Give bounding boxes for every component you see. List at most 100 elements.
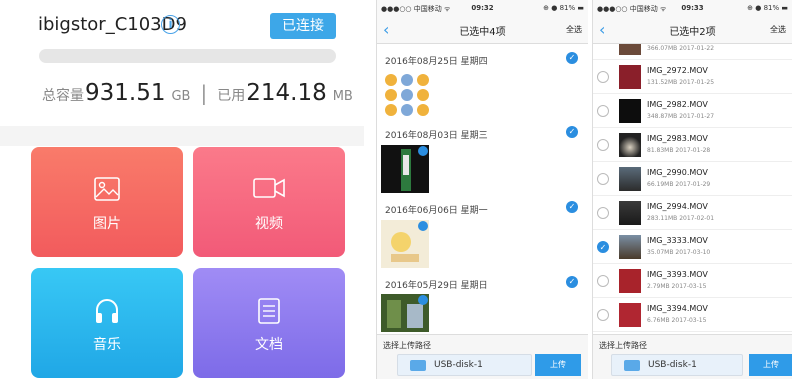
disk-label: USB-disk-1 xyxy=(648,360,697,370)
tile-videos[interactable]: 视频 xyxy=(193,147,345,257)
battery-indicator: ⊕ ● 81% ▬ xyxy=(747,4,788,12)
video-thumbnail xyxy=(619,44,641,55)
file-row[interactable]: IMG_2990.MOV 66.19MB 2017-01-29 xyxy=(593,162,792,196)
select-radio[interactable] xyxy=(597,173,609,185)
file-meta: 366.07MB 2017-01-22 xyxy=(647,45,715,52)
used-capacity-unit: MB xyxy=(332,89,353,104)
info-icon[interactable]: i xyxy=(161,15,180,34)
headphones-icon xyxy=(31,298,183,324)
battery-indicator: ⊕ ● 81% ▬ xyxy=(543,4,584,12)
group-check-icon[interactable]: ✓ xyxy=(566,201,578,213)
file-row[interactable]: IMG_3394.MOV 6.76MB 2017-03-15 xyxy=(593,298,792,332)
tile-images[interactable]: 图片 xyxy=(31,147,183,257)
photo-thumbnail[interactable] xyxy=(381,220,429,268)
video-thumbnail xyxy=(619,201,641,225)
file-meta: 283.11MB 2017-02-01 xyxy=(647,215,715,222)
file-name: IMG_3333.MOV xyxy=(647,236,708,245)
group-date: 2016年05月29日 星期日 xyxy=(385,281,488,291)
upload-button[interactable]: 上传 xyxy=(749,354,792,376)
used-capacity-label: 已用 xyxy=(217,88,246,104)
file-meta: 35.07MB 2017-03-10 xyxy=(647,249,711,256)
capacity-separator: | xyxy=(200,81,208,105)
select-radio[interactable] xyxy=(597,71,609,83)
video-thumbnail xyxy=(619,303,641,327)
file-row[interactable]: IMG_2994.MOV 283.11MB 2017-02-01 xyxy=(593,196,792,230)
file-meta: 131.52MB 2017-01-25 xyxy=(647,79,715,86)
folder-icon xyxy=(410,360,426,371)
file-meta: 81.83MB 2017-01-28 xyxy=(647,147,711,154)
folder-icon xyxy=(624,360,640,371)
file-row[interactable]: IMG_3393.MOV 2.79MB 2017-03-15 xyxy=(593,264,792,298)
select-all-button[interactable]: 全选 xyxy=(566,24,582,35)
video-select-screen: ●●●○○ 中国移动 ᯤ 09:33 ⊕ ● 81% ▬ ‹ 已选中2项 全选 … xyxy=(592,0,792,379)
file-row[interactable]: IMG_2983.MOV 81.83MB 2017-01-28 xyxy=(593,128,792,162)
group-date: 2016年06月06日 星期一 xyxy=(385,206,488,216)
file-name: IMG_2994.MOV xyxy=(647,202,708,211)
select-all-button[interactable]: 全选 xyxy=(770,24,786,35)
upload-path-label: 选择上传路径 xyxy=(599,341,647,350)
upload-path-label: 选择上传路径 xyxy=(383,341,431,350)
video-thumbnail xyxy=(619,99,641,123)
tile-videos-label: 视频 xyxy=(255,216,283,232)
panel-gap xyxy=(364,0,376,379)
disk-selector[interactable]: USB-disk-1 xyxy=(397,354,532,376)
image-icon xyxy=(31,177,183,203)
connected-button[interactable]: 已连接 xyxy=(270,13,336,39)
group-check-icon[interactable]: ✓ xyxy=(566,52,578,64)
video-camera-icon xyxy=(193,177,345,203)
nav-title: 已选中2项 xyxy=(669,27,716,38)
file-name: IMG_2983.MOV xyxy=(647,134,708,143)
total-capacity-label: 总容量 xyxy=(42,88,84,104)
select-radio[interactable] xyxy=(597,139,609,151)
upload-bar: 选择上传路径 USB-disk-1 上传 xyxy=(377,334,588,379)
nav-bar: ‹ 已选中2项 全选 xyxy=(593,16,792,44)
photo-thumbnail[interactable] xyxy=(381,294,429,332)
nav-title: 已选中4项 xyxy=(459,27,506,38)
select-radio-checked[interactable]: ✓ xyxy=(597,241,609,253)
file-meta: 66.19MB 2017-01-29 xyxy=(647,181,711,188)
group-date: 2016年08月03日 星期三 xyxy=(385,131,488,141)
upload-button[interactable]: 上传 xyxy=(535,354,581,376)
photo-select-screen: ●●●○○ 中国移动 ᯤ 09:32 ⊕ ● 81% ▬ ‹ 已选中4项 全选 … xyxy=(376,0,588,379)
capacity-bar xyxy=(39,49,336,63)
file-list: 366.07MB 2017-01-22 IMG_2972.MOV 131.52M… xyxy=(593,44,792,334)
disk-label: USB-disk-1 xyxy=(434,360,483,370)
video-thumbnail xyxy=(619,235,641,259)
status-bar: ●●●○○ 中国移动 ᯤ 09:33 ⊕ ● 81% ▬ xyxy=(593,0,792,16)
file-name: IMG_3394.MOV xyxy=(647,304,708,313)
file-row[interactable]: ✓ IMG_3333.MOV 35.07MB 2017-03-10 xyxy=(593,230,792,264)
file-row[interactable]: IMG_2982.MOV 348.87MB 2017-01-27 xyxy=(593,94,792,128)
section-divider xyxy=(0,126,364,146)
device-home-screen: ibigstor_C103D9 i 已连接 总容量 931.51 GB | 已用… xyxy=(0,0,364,379)
select-radio[interactable] xyxy=(597,207,609,219)
file-meta: 6.76MB 2017-03-15 xyxy=(647,317,707,324)
tile-documents[interactable]: 文档 xyxy=(193,268,345,378)
used-capacity-value: 214.18 xyxy=(246,80,327,106)
video-thumbnail xyxy=(619,65,641,89)
file-row[interactable]: IMG_2972.MOV 131.52MB 2017-01-25 xyxy=(593,60,792,94)
photo-thumbnail[interactable] xyxy=(381,70,433,118)
tile-documents-label: 文档 xyxy=(255,337,283,353)
status-bar: ●●●○○ 中国移动 ᯤ 09:32 ⊕ ● 81% ▬ xyxy=(377,0,588,16)
file-name: IMG_2990.MOV xyxy=(647,168,708,177)
tile-images-label: 图片 xyxy=(93,216,121,232)
capacity-summary: 总容量 931.51 GB | 已用 214.18 MB xyxy=(42,80,353,106)
disk-selector[interactable]: USB-disk-1 xyxy=(611,354,743,376)
file-meta: 348.87MB 2017-01-27 xyxy=(647,113,715,120)
group-date: 2016年08月25日 星期四 xyxy=(385,57,488,67)
file-name: IMG_2982.MOV xyxy=(647,100,708,109)
video-thumbnail xyxy=(619,133,641,157)
file-name: IMG_2972.MOV xyxy=(647,66,708,75)
group-check-icon[interactable]: ✓ xyxy=(566,276,578,288)
select-radio[interactable] xyxy=(597,309,609,321)
tile-music[interactable]: 音乐 xyxy=(31,268,183,378)
group-check-icon[interactable]: ✓ xyxy=(566,126,578,138)
photo-thumbnail[interactable] xyxy=(381,145,429,193)
select-radio[interactable] xyxy=(597,105,609,117)
file-name: IMG_3393.MOV xyxy=(647,270,708,279)
upload-bar: 选择上传路径 USB-disk-1 上传 xyxy=(593,334,792,379)
video-thumbnail xyxy=(619,269,641,293)
total-capacity-unit: GB xyxy=(171,89,191,104)
select-radio[interactable] xyxy=(597,275,609,287)
file-row[interactable]: 366.07MB 2017-01-22 xyxy=(593,44,792,60)
